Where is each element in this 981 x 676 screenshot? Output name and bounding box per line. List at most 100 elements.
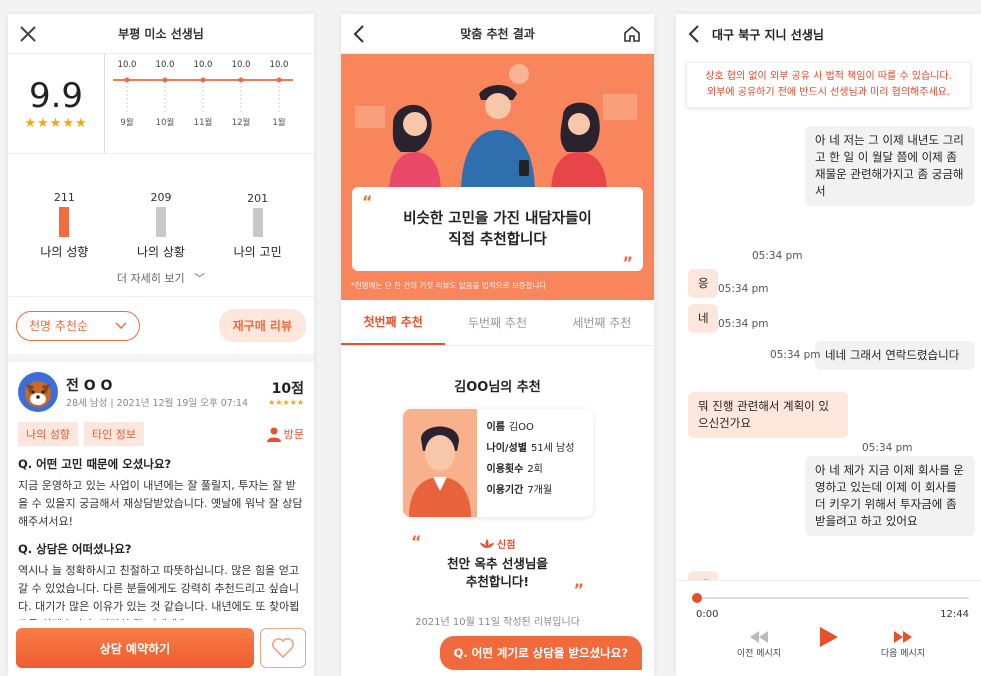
person-icon xyxy=(266,427,281,442)
back-icon[interactable] xyxy=(676,14,712,54)
tab-third[interactable]: 세번째 추천 xyxy=(550,300,654,345)
tag-other-info[interactable]: 타인 정보 xyxy=(83,422,144,446)
home-icon[interactable] xyxy=(614,14,650,54)
chat-bubble-text: 아 네 저는 그 이제 내년도 그리고 한 일 이 월달 쯤에 이제 좀 재물운… xyxy=(805,126,975,206)
audio-player: 0:00 12:44 이전 메시지 다음 메시지 xyxy=(676,580,981,676)
back-icon[interactable] xyxy=(341,14,377,54)
total-time: 12:44 xyxy=(940,609,969,620)
see-more-link[interactable]: 더 자세히 보기 ﹀ xyxy=(8,260,314,297)
recommendation-screen: 맞춤 추천 결과 “ 비슷한 고민을 가진 내담자들이 직접 추천합니다 ” *… xyxy=(341,14,654,676)
current-time: 0:00 xyxy=(696,609,719,620)
chat-bubble-text: 네네 그래서 연락드렸습니다 xyxy=(815,341,975,370)
man-portrait-icon xyxy=(408,426,471,517)
recommender-profile-card: 이름 김OO 나이/성별 51세 남성 이용횟수 2회 이용기간 7개월 xyxy=(402,409,593,517)
chat-message: 응 xyxy=(688,269,718,298)
bar-value: 209 xyxy=(150,191,172,204)
sort-label: 천명 추천순 xyxy=(29,319,89,333)
chat-replay-screen: 대구 북구 지니 선생님 상호 협의 없이 외부 공유 시 법적 책임이 따를 … xyxy=(676,14,981,676)
close-icon[interactable] xyxy=(8,14,48,54)
name-value: 김OO xyxy=(508,422,534,433)
chat-message: 네 xyxy=(688,304,718,333)
bar-column: 209 나의 상황 xyxy=(121,160,201,260)
prev-message-button[interactable]: 이전 메시지 xyxy=(724,631,794,659)
recommender-info: 이름 김OO 나이/성별 51세 남성 이용횟수 2회 이용기간 7개월 xyxy=(477,409,575,517)
chat-timestamp: 05:34 pm xyxy=(770,349,821,361)
rewind-icon xyxy=(750,631,768,643)
header: 대구 북구 지니 선생님 xyxy=(676,14,981,54)
avatar xyxy=(18,372,58,412)
endorse-line-1: 천안 옥추 선생님을 xyxy=(447,556,548,571)
age-label: 나이/성별 xyxy=(486,443,527,454)
name-label: 이름 xyxy=(486,422,505,433)
favorite-button[interactable] xyxy=(260,628,306,668)
count-value: 2회 xyxy=(527,464,543,475)
progress-knob[interactable] xyxy=(692,593,702,603)
trend-point xyxy=(162,77,168,83)
rating-summary: 9.9 ★★★★★ 10.0 9월 10.0 10월 10.0 11월 10.0 12월 10.… xyxy=(8,54,314,154)
endorsement: “ 신점 천안 옥추 선생님을 추천합니다! ” xyxy=(341,533,654,599)
chat-message: 아 네 제가 지금 이제 회사를 운영하고 있는데 이제 이 회사를 더 키우기… xyxy=(805,456,975,536)
page-title: 부평 미소 선생님 xyxy=(118,27,204,41)
chat-message: 뭐 진행 관련해서 계획이 있으신건가요 xyxy=(688,392,848,438)
filter-bar: 천명 추천순 재구매 리뷰 xyxy=(8,297,314,362)
tab-first[interactable]: 첫번째 추천 xyxy=(341,300,446,345)
bar xyxy=(252,208,263,237)
close-quote-icon: ” xyxy=(573,580,584,599)
chat-message: 네네 그래서 연락드렸습니다 xyxy=(815,341,975,370)
progress-track[interactable] xyxy=(692,593,969,603)
dog-avatar-icon xyxy=(25,381,51,407)
overall-score: 9.9 ★★★★★ xyxy=(8,54,105,153)
next-message-label: 다음 메시지 xyxy=(880,649,926,659)
header: 부평 미소 선생님 xyxy=(8,14,314,54)
review-screen: 부평 미소 선생님 9.9 ★★★★★ 10.0 9월 10.0 10월 10.0 11월… xyxy=(8,14,314,676)
lotus-icon xyxy=(479,539,494,548)
page-title: 맞춤 추천 결과 xyxy=(460,27,535,41)
bar-value: 201 xyxy=(247,192,269,205)
age-value: 51세 남성 xyxy=(530,443,575,454)
header: 맞춤 추천 결과 xyxy=(341,14,654,54)
chat-message: 아 네 저는 그 이제 내년도 그리고 한 일 이 월달 쯤에 이제 좀 재물운… xyxy=(805,126,975,206)
tab-second[interactable]: 두번째 추천 xyxy=(445,300,549,345)
visit-badge: 방문 xyxy=(266,426,304,442)
review-score: 10점 xyxy=(271,380,304,397)
recommendation-tabs: 첫번째 추천 두번째 추천 세번째 추천 xyxy=(341,300,654,346)
prev-message-label: 이전 메시지 xyxy=(736,649,782,659)
repurchase-review-button[interactable]: 재구매 리뷰 xyxy=(218,309,306,342)
bar-label: 나의 성향 xyxy=(40,245,89,259)
book-consultation-button[interactable]: 상담 예약하기 xyxy=(16,628,254,668)
star-rating: ★★★★★ xyxy=(24,116,88,131)
chat-timestamp: 05:34 pm xyxy=(718,318,769,330)
answer-1: 지금 운영하고 있는 사업이 내년에는 잘 풀릴지, 투자는 잘 받을 수 있을… xyxy=(18,479,303,528)
page-title: 대구 북구 지니 선생님 xyxy=(712,27,824,42)
legal-note: *천명에는 단 한 건의 거짓 리뷰도 없음을 법적으로 보증합니다 xyxy=(351,281,547,290)
hero-quote-card: “ 비슷한 고민을 가진 내담자들이 직접 추천합니다 ” xyxy=(352,187,643,272)
chat-bubble-text: 뭐 진행 관련해서 계획이 있으신건가요 xyxy=(688,392,848,438)
bar-column: 211 나의 성향 xyxy=(24,160,104,260)
bottom-bar: 상담 예약하기 xyxy=(8,620,314,676)
tag-personality[interactable]: 나의 성향 xyxy=(18,422,78,446)
trend-point xyxy=(238,77,244,83)
chat-bubble-text: 아 네 제가 지금 이제 회사를 운영하고 있는데 이제 이 회사를 더 키우기… xyxy=(805,456,975,536)
review-card: 전 O O 28세 남성 | 2021년 12월 19일 오후 07:14 10… xyxy=(8,362,314,644)
recommender-title: 김OO님의 추천 xyxy=(454,380,541,395)
category-badge: 신점 xyxy=(497,540,516,551)
count-label: 이용횟수 xyxy=(486,464,524,475)
open-quote-icon: “ xyxy=(362,192,373,211)
chat-timestamp: 05:34 pm xyxy=(752,250,803,262)
chevron-down-icon: ﹀ xyxy=(194,272,206,285)
bar-label: 나의 고민 xyxy=(233,245,282,259)
chat-log: 아 네 저는 그 이제 내년도 그리고 한 일 이 월달 쯤에 이제 좀 재물운… xyxy=(676,116,981,635)
sort-dropdown[interactable]: 천명 추천순 xyxy=(16,310,140,341)
endorse-line-2: 추천합니다! xyxy=(465,574,530,589)
score-trend-chart: 10.0 9월 10.0 10월 10.0 11월 10.0 12월 10.0 1월 xyxy=(105,54,314,153)
play-button[interactable] xyxy=(816,627,842,650)
play-icon xyxy=(820,627,838,647)
period-label: 이용기간 xyxy=(486,485,524,496)
chevron-down-icon xyxy=(115,321,127,329)
hero-quote: 비슷한 고민을 가진 내담자들이 직접 추천합니다 xyxy=(403,211,592,248)
review-date-note: 2021년 10월 11일 작성된 리뷰입니다 xyxy=(415,617,580,628)
category-bars: 211 나의 성향 209 나의 상황 201 나의 고민 xyxy=(8,154,314,260)
next-message-button[interactable]: 다음 메시지 xyxy=(868,631,938,659)
chat-bubble-text: 네 xyxy=(688,304,718,333)
chat-timestamp: 05:34 pm xyxy=(862,442,913,454)
